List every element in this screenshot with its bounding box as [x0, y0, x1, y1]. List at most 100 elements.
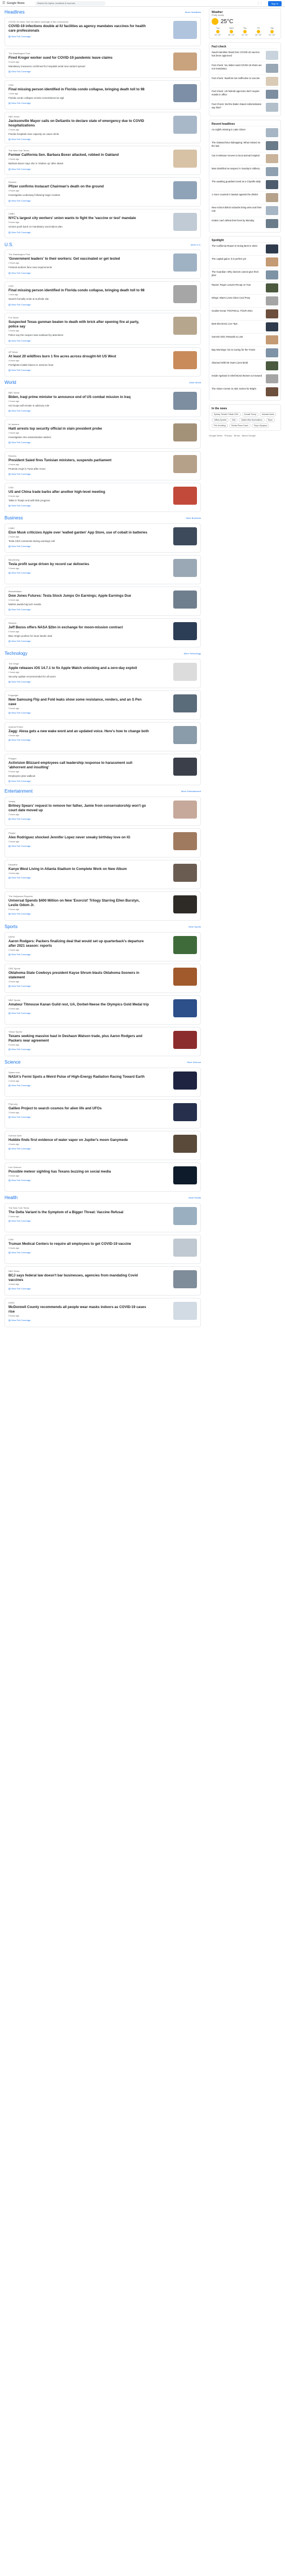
local-item[interactable]: Cat in Missouri moves to local animal ho… — [212, 152, 278, 165]
story-related[interactable]: Police say the suspect was subdued by at… — [8, 334, 150, 337]
spot-thumbnail[interactable] — [266, 296, 278, 305]
story-card[interactable]: The Washington Post Fired Kroger worker s… — [5, 49, 201, 78]
full-coverage-link[interactable]: View Full Coverage — [8, 738, 197, 741]
full-coverage-link[interactable]: View Full Coverage — [8, 441, 197, 444]
spot-thumbnail[interactable] — [266, 257, 278, 266]
story-headline[interactable]: McDonnell County recommends all people w… — [8, 1305, 150, 1314]
story-headline[interactable]: Jeff Bezos offers NASA $2bn in exchange … — [8, 626, 150, 630]
story-card[interactable]: The Hollywood Reporter Universal Spends $… — [5, 891, 201, 921]
spot-text[interactable]: Report: Roger Leaves Recap on Your — [212, 283, 264, 292]
story-source[interactable]: CNBC — [8, 212, 197, 215]
story-related[interactable]: Firefighters battle blazes in extreme he… — [8, 364, 150, 367]
story-source[interactable]: The Hollywood Reporter — [8, 895, 197, 898]
story-thumbnail[interactable] — [173, 454, 197, 473]
story-card[interactable]: ESPN Aaron Rodgers: Packers finalizing de… — [5, 931, 201, 961]
story-headline[interactable]: Alex Rodriguez shocked Jennifer Lopez ne… — [8, 836, 150, 840]
story-card[interactable]: People Alex Rodriguez shocked Jennifer Lo… — [5, 828, 201, 858]
story-card[interactable]: CNBC NYC's largest city workers' union wa… — [5, 209, 201, 239]
topic-chip[interactable]: Fire Unveiling — [212, 423, 228, 428]
story-headline[interactable]: Hubble finds first evidence of water vap… — [8, 1138, 150, 1143]
story-card[interactable]: KSDK McDonnell County recommends all peop… — [5, 1297, 201, 1327]
story-source[interactable]: COVID-19 news: See the latest coverage o… — [8, 20, 197, 23]
local-text[interactable]: Kraker can't defeat their lives by Monda… — [212, 219, 264, 228]
story-thumbnail[interactable] — [173, 1238, 197, 1257]
full-coverage-link[interactable]: View Full Coverage — [8, 571, 197, 574]
local-text[interactable]: The awaiting guardian loved as a Cityvil… — [212, 180, 264, 189]
story-source[interactable]: MarketWatch — [8, 590, 197, 593]
story-thumbnail[interactable] — [173, 694, 197, 712]
full-coverage-link[interactable]: View Full Coverage — [8, 780, 197, 782]
story-source[interactable]: Android Police — [8, 725, 197, 728]
story-thumbnail[interactable] — [173, 1166, 197, 1184]
full-coverage-link[interactable]: View Full Coverage — [8, 272, 197, 274]
google-news-logo[interactable]: Google News — [7, 2, 29, 5]
full-coverage-link[interactable]: View Full Coverage — [8, 1116, 197, 1118]
story-source[interactable]: The New York Times — [8, 149, 197, 152]
story-headline[interactable]: Kanye West Living in Atlanta Stadium to … — [8, 867, 150, 872]
story-source[interactable]: Yahoo Sports — [8, 1030, 197, 1033]
story-source[interactable]: BBC News — [8, 391, 197, 394]
story-thumbnail[interactable] — [173, 253, 197, 272]
spot-item[interactable]: Summit 2021 Rewards & Lost — [212, 333, 278, 346]
story-headline[interactable]: Suspected Texas gunman beaten to death w… — [8, 320, 150, 329]
spot-item[interactable]: Guides Kenai: FOOTBALL TOUR 2021 — [212, 307, 278, 320]
story-card[interactable]: Phys.org Galileo Project to search cosmos… — [5, 1099, 201, 1129]
story-source[interactable]: KSDK — [8, 1301, 197, 1304]
story-thumbnail[interactable] — [173, 1071, 197, 1090]
full-coverage-link[interactable]: View Full Coverage — [8, 473, 197, 475]
story-thumbnail[interactable] — [173, 895, 197, 913]
section-title[interactable]: Technology — [5, 651, 27, 656]
local-thumbnail[interactable] — [266, 154, 278, 163]
story-thumbnail[interactable] — [173, 116, 197, 134]
story-headline[interactable]: New Samsung Flip and Fold leaks show som… — [8, 698, 150, 707]
spot-thumbnail[interactable] — [266, 374, 278, 383]
spot-item[interactable]: Wings: Warm Lines Cities Cool Pony — [212, 294, 278, 307]
story-card[interactable]: COVID-19 news: See the latest coverage o… — [5, 17, 201, 46]
story-source[interactable]: Science Alert — [8, 1134, 197, 1137]
story-card[interactable]: BBC News Biden, Iraqi prime minister to a… — [5, 387, 201, 417]
story-card[interactable]: NBC News Jacksonville Mayor calls on DeSa… — [5, 112, 201, 144]
full-coverage-link[interactable]: View Full Coverage — [8, 1251, 197, 1254]
full-coverage-link[interactable]: View Full Coverage — [8, 199, 197, 202]
local-text[interactable]: 1 more counted in lawsuit against the di… — [212, 193, 264, 202]
story-source[interactable]: The Washington Post — [8, 253, 197, 256]
story-headline[interactable]: Apple releases iOS 14.7.1 to fix Apple W… — [8, 666, 150, 671]
story-thumbnail[interactable] — [173, 725, 197, 744]
local-thumbnail[interactable] — [266, 206, 278, 215]
story-headline[interactable]: Universal Spends $400 Million on New 'Ex… — [8, 899, 150, 908]
story-source[interactable]: The Verge — [8, 662, 197, 665]
full-coverage-link[interactable]: View Full Coverage — [8, 912, 197, 915]
story-related[interactable]: US troops will remain in advisory role — [8, 404, 150, 408]
story-thumbnail[interactable] — [173, 662, 197, 681]
story-card[interactable]: Reuters President Saied fires Tunisian mi… — [5, 451, 201, 480]
story-thumbnail[interactable] — [173, 935, 197, 954]
more-link[interactable]: More Headlines — [185, 11, 201, 14]
story-related[interactable]: Federal workers face new requirements — [8, 266, 150, 269]
story-source[interactable]: NBC News — [8, 1270, 197, 1272]
story-card[interactable]: The New York Times Former California Sen.… — [5, 146, 201, 176]
section-title[interactable]: Headlines — [5, 10, 25, 15]
spot-thumbnail[interactable] — [266, 335, 278, 344]
spot-thumbnail[interactable] — [266, 270, 278, 279]
story-card[interactable]: Android Police Zagg: Alexa gets a new wak… — [5, 721, 201, 751]
story-related[interactable]: Unions push back on mandatory vaccinatio… — [8, 225, 150, 229]
story-source[interactable]: Reuters — [8, 181, 197, 183]
story-card[interactable]: Al Jazeera Haiti arrests top security off… — [5, 419, 201, 449]
story-thumbnail[interactable] — [173, 150, 197, 168]
local-thumbnail[interactable] — [266, 219, 278, 228]
story-headline[interactable]: Pfizer confirms Instacart Chairman's dea… — [8, 185, 150, 189]
menu-icon[interactable]: ☰ — [2, 1, 7, 5]
story-card[interactable]: Space.com NASA's Fermi Spots a Weird Puls… — [5, 1067, 201, 1097]
story-source[interactable]: Variety — [8, 800, 197, 803]
story-related[interactable]: Talks in Tianjin end with little progres… — [8, 499, 150, 502]
full-coverage-link[interactable]: View Full Coverage — [8, 303, 197, 306]
more-link[interactable]: More Science — [187, 1061, 201, 1064]
spot-item[interactable]: Best Electronic Live Tips — [212, 320, 278, 333]
story-headline[interactable]: Final missing person identified in Flori… — [8, 88, 150, 92]
story-thumbnail[interactable] — [173, 53, 197, 71]
story-thumbnail[interactable] — [173, 1206, 197, 1225]
story-thumbnail[interactable] — [173, 1103, 197, 1121]
spot-text[interactable]: Summit 2021 Rewards & Lost — [212, 335, 264, 344]
story-source[interactable]: Polygon — [8, 757, 197, 760]
story-thumbnail[interactable] — [173, 622, 197, 640]
